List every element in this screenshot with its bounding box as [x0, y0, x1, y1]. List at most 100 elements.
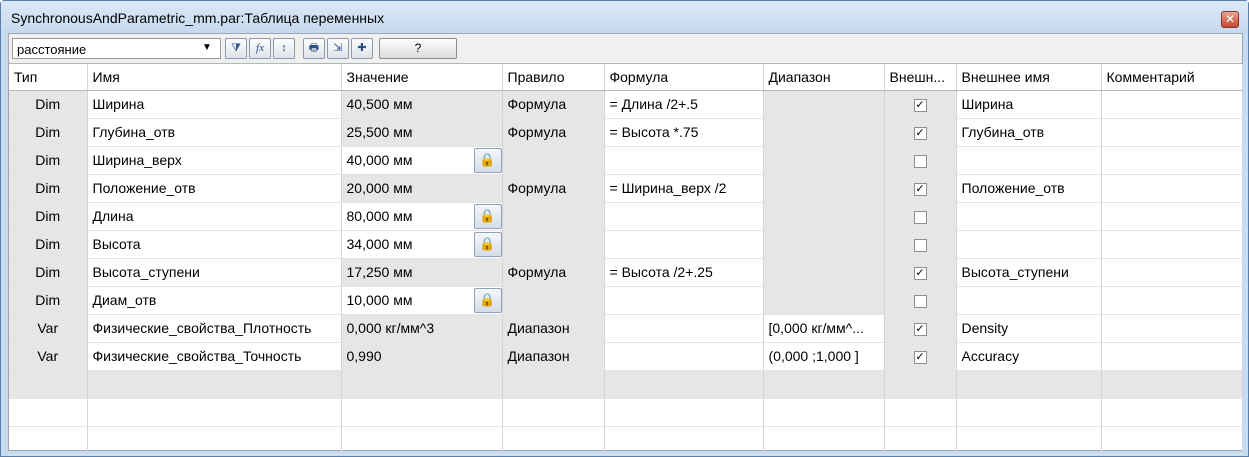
- cell-value[interactable]: 25,500 мм: [341, 118, 503, 147]
- table-row[interactable]: Dim Положение_отв 20,000 мм Формула = Ширина…: [9, 174, 1243, 203]
- column-header-formula[interactable]: Формула: [604, 64, 764, 91]
- cell-rule[interactable]: [502, 146, 605, 175]
- filter-combobox[interactable]: расстояние ▼: [12, 38, 221, 59]
- chevron-down-icon[interactable]: ▼: [202, 42, 212, 53]
- cell-external-name[interactable]: [956, 286, 1102, 315]
- cell-range[interactable]: [763, 174, 885, 203]
- cell-name[interactable]: Физические_свойства_Точность: [87, 342, 342, 371]
- table-row[interactable]: Dim Высота_ступени 17,250 мм Формула = Высот…: [9, 258, 1243, 287]
- cell-comment[interactable]: [1101, 258, 1243, 287]
- cell-external[interactable]: [884, 230, 957, 259]
- external-checkbox[interactable]: ✓: [913, 98, 927, 112]
- cell-value[interactable]: 0,990: [341, 342, 503, 371]
- help-button[interactable]: ?: [379, 38, 457, 59]
- formula-button[interactable]: fx: [249, 38, 271, 59]
- lock-button[interactable]: 🔒: [473, 147, 501, 173]
- sort-button[interactable]: ↕: [273, 38, 295, 59]
- column-header-range[interactable]: Диапазон: [763, 64, 885, 91]
- external-checkbox[interactable]: [913, 238, 927, 252]
- cell-external-name[interactable]: Положение_отв: [956, 174, 1102, 203]
- cell-external-name[interactable]: Density: [956, 314, 1102, 343]
- table-row[interactable]: Dim Ширина_верх 40,000 мм 🔒: [9, 146, 1243, 175]
- empty-cell[interactable]: [604, 370, 764, 399]
- cell-external-name[interactable]: [956, 146, 1102, 175]
- cell-formula[interactable]: = Высота /2+.25: [604, 258, 764, 287]
- cell-rule[interactable]: Формула: [502, 90, 605, 119]
- cell-formula[interactable]: [604, 146, 764, 175]
- cell-name[interactable]: Ширина: [87, 90, 342, 119]
- column-header-name[interactable]: Имя: [87, 64, 342, 91]
- cell-rule[interactable]: Формула: [502, 118, 605, 147]
- cell-formula[interactable]: = Высота *.75: [604, 118, 764, 147]
- cell-rule[interactable]: Диапазон: [502, 314, 605, 343]
- cell-name[interactable]: Высота_ступени: [87, 258, 342, 287]
- cell-value[interactable]: 10,000 мм 🔒: [341, 286, 503, 315]
- cell-comment[interactable]: [1101, 118, 1243, 147]
- cell-external-name[interactable]: Высота_ступени: [956, 258, 1102, 287]
- cell-range[interactable]: (0,000 ;1,000 ]: [763, 342, 885, 371]
- external-checkbox[interactable]: [913, 210, 927, 224]
- cell-range[interactable]: [763, 90, 885, 119]
- cell-external[interactable]: ✓: [884, 118, 957, 147]
- cell-external-name[interactable]: Ширина: [956, 90, 1102, 119]
- column-header-external-name[interactable]: Внешнее имя: [956, 64, 1102, 91]
- add-variable-button[interactable]: ✚: [351, 38, 373, 59]
- cell-comment[interactable]: [1101, 202, 1243, 231]
- cell-external-name[interactable]: Accuracy: [956, 342, 1102, 371]
- table-row[interactable]: Dim Диам_отв 10,000 мм 🔒: [9, 286, 1243, 315]
- empty-cell[interactable]: [956, 370, 1102, 399]
- cell-external[interactable]: [884, 146, 957, 175]
- empty-cell[interactable]: [1101, 370, 1243, 399]
- cell-comment[interactable]: [1101, 314, 1243, 343]
- cell-name[interactable]: Положение_отв: [87, 174, 342, 203]
- cell-rule[interactable]: Формула: [502, 258, 605, 287]
- cell-range[interactable]: [763, 118, 885, 147]
- export-button[interactable]: ⇲: [327, 38, 349, 59]
- cell-formula[interactable]: [604, 342, 764, 371]
- cell-formula[interactable]: = Длина /2+.5: [604, 90, 764, 119]
- cell-range[interactable]: [763, 286, 885, 315]
- cell-comment[interactable]: [1101, 146, 1243, 175]
- cell-value[interactable]: 17,250 мм: [341, 258, 503, 287]
- cell-external[interactable]: [884, 202, 957, 231]
- column-header-comment[interactable]: Комментарий: [1101, 64, 1243, 91]
- cell-rule[interactable]: [502, 286, 605, 315]
- column-header-type[interactable]: Тип: [9, 64, 88, 91]
- cell-range[interactable]: [0,000 кг/мм^...: [763, 314, 885, 343]
- column-header-external[interactable]: Внешн...: [884, 64, 957, 91]
- cell-rule[interactable]: [502, 202, 605, 231]
- cell-external-name[interactable]: [956, 202, 1102, 231]
- empty-cell[interactable]: [87, 370, 342, 399]
- table-row[interactable]: Dim Длина 80,000 мм 🔒: [9, 202, 1243, 231]
- cell-name[interactable]: Высота: [87, 230, 342, 259]
- cell-value[interactable]: 80,000 мм 🔒: [341, 202, 503, 231]
- external-checkbox[interactable]: [913, 294, 927, 308]
- lock-button[interactable]: 🔒: [473, 231, 501, 257]
- cell-external[interactable]: ✓: [884, 90, 957, 119]
- external-checkbox[interactable]: ✓: [913, 322, 927, 336]
- column-header-rule[interactable]: Правило: [502, 64, 605, 91]
- cell-external-name[interactable]: Глубина_отв: [956, 118, 1102, 147]
- cell-external[interactable]: ✓: [884, 258, 957, 287]
- external-checkbox[interactable]: [913, 154, 927, 168]
- cell-external-name[interactable]: [956, 230, 1102, 259]
- cell-value[interactable]: 34,000 мм 🔒: [341, 230, 503, 259]
- cell-comment[interactable]: [1101, 174, 1243, 203]
- empty-cell[interactable]: [502, 370, 605, 399]
- cell-value[interactable]: 20,000 мм: [341, 174, 503, 203]
- cell-external[interactable]: ✓: [884, 174, 957, 203]
- cell-external[interactable]: ✓: [884, 314, 957, 343]
- table-row[interactable]: Var Физические_свойства_Точность 0,990 Диап…: [9, 342, 1243, 371]
- external-checkbox[interactable]: ✓: [913, 126, 927, 140]
- table-row[interactable]: Var Физические_свойства_Плотность 0,000 кг…: [9, 314, 1243, 343]
- cell-range[interactable]: [763, 202, 885, 231]
- lock-button[interactable]: 🔒: [473, 287, 501, 313]
- cell-external[interactable]: [884, 286, 957, 315]
- cell-comment[interactable]: [1101, 230, 1243, 259]
- cell-rule[interactable]: Диапазон: [502, 342, 605, 371]
- cell-formula[interactable]: = Ширина_верх /2: [604, 174, 764, 203]
- cell-comment[interactable]: [1101, 342, 1243, 371]
- table-row[interactable]: Dim Глубина_отв 25,500 мм Формула = Высота *…: [9, 118, 1243, 147]
- cell-name[interactable]: Длина: [87, 202, 342, 231]
- cell-range[interactable]: [763, 230, 885, 259]
